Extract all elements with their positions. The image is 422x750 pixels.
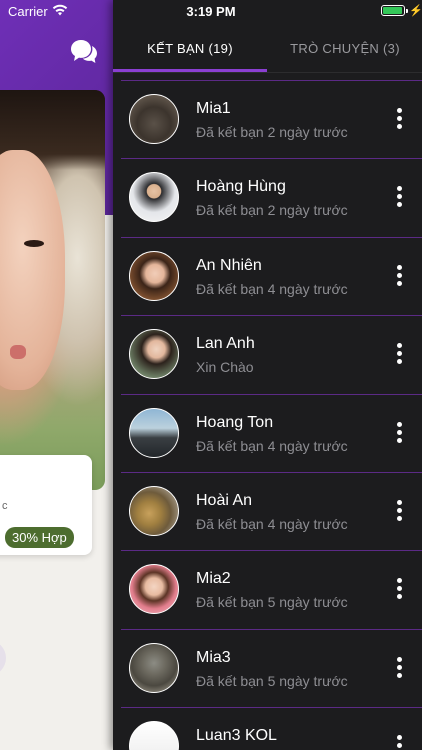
clock: 3:19 PM [186, 4, 236, 19]
tab-chats[interactable]: TRÒ CHUYỆN (3) [268, 24, 422, 72]
info-partial-text: c [2, 500, 8, 512]
row-divider [121, 394, 422, 395]
row-divider [121, 707, 422, 708]
friend-row[interactable]: Hoài An Đã kết bạn 4 ngày trước [113, 472, 422, 550]
row-divider [121, 472, 422, 473]
friend-status: Đã kết bạn 2 ngày trước [196, 202, 348, 218]
friend-row[interactable]: Hoàng Hùng Đã kết bạn 2 ngày trước [113, 158, 422, 236]
friend-row[interactable]: Mia2 Đã kết bạn 5 ngày trước [113, 550, 422, 628]
avatar[interactable] [129, 329, 179, 379]
avatar[interactable] [129, 643, 179, 693]
chat-bubble-icon[interactable] [70, 38, 98, 64]
friend-row[interactable]: An Nhiên Đã kết bạn 4 ngày trước [113, 237, 422, 315]
row-divider [121, 237, 422, 238]
avatar[interactable] [129, 172, 179, 222]
friend-name: Hoàng Hùng [196, 178, 286, 195]
more-vertical-icon[interactable] [389, 106, 409, 132]
row-divider [121, 80, 422, 81]
friend-status: Đã kết bạn 4 ngày trước [196, 281, 348, 297]
background-screen[interactable]: c 30% Hợp [0, 0, 113, 750]
friend-status: Đã kết bạn 5 ngày trước [196, 673, 348, 689]
profile-info-card[interactable]: c 30% Hợp [0, 455, 92, 555]
avatar[interactable] [129, 721, 179, 750]
row-divider [121, 315, 422, 316]
friend-row[interactable]: Mia1 Đã kết bạn 2 ngày trước [113, 80, 422, 158]
more-vertical-icon[interactable] [389, 576, 409, 602]
friend-name: Mia3 [196, 649, 231, 666]
profile-photo-card[interactable] [0, 90, 105, 490]
status-bar: Carrier 3:19 PM ⚡ [0, 0, 422, 24]
friend-row[interactable]: Mia3 Đã kết bạn 5 ngày trước [113, 629, 422, 707]
tab-bar: KẾT BẠN (19) TRÒ CHUYỆN (3) [113, 24, 422, 72]
friend-name: An Nhiên [196, 257, 262, 274]
tab-friends[interactable]: KẾT BẠN (19) [113, 24, 267, 72]
friend-row[interactable]: Luan3 KOL [113, 707, 422, 750]
friend-name: Luan3 KOL [196, 727, 277, 744]
friend-name: Lan Anh [196, 335, 255, 352]
friend-row[interactable]: Lan Anh Xin Chào [113, 315, 422, 393]
more-vertical-icon[interactable] [389, 733, 409, 750]
friend-name: Hoang Ton [196, 414, 274, 431]
avatar[interactable] [129, 94, 179, 144]
friend-name: Mia2 [196, 570, 231, 587]
avatar[interactable] [129, 408, 179, 458]
avatar[interactable] [129, 251, 179, 301]
row-divider [121, 629, 422, 630]
more-vertical-icon[interactable] [389, 341, 409, 367]
row-divider [121, 550, 422, 551]
avatar[interactable] [129, 564, 179, 614]
friend-name: Mia1 [196, 100, 231, 117]
more-vertical-icon[interactable] [389, 420, 409, 446]
more-vertical-icon[interactable] [389, 263, 409, 289]
friend-name: Hoài An [196, 492, 253, 509]
charging-icon: ⚡ [409, 5, 422, 17]
friend-status: Đã kết bạn 2 ngày trước [196, 124, 348, 140]
friends-drawer: KẾT BẠN (19) TRÒ CHUYỆN (3) Mia1 Đã kết … [113, 0, 422, 750]
friend-status: Xin Chào [196, 359, 254, 375]
match-percent-badge: 30% Hợp [5, 527, 74, 548]
more-vertical-icon[interactable] [389, 655, 409, 681]
round-action-button[interactable] [0, 640, 6, 676]
friend-status: Đã kết bạn 5 ngày trước [196, 594, 348, 610]
row-divider [121, 158, 422, 159]
friend-row[interactable]: Hoang Ton Đã kết bạn 4 ngày trước [113, 394, 422, 472]
friend-status: Đã kết bạn 4 ngày trước [196, 516, 348, 532]
battery-icon [381, 5, 408, 16]
more-vertical-icon[interactable] [389, 498, 409, 524]
more-vertical-icon[interactable] [389, 184, 409, 210]
friend-status: Đã kết bạn 4 ngày trước [196, 438, 348, 454]
tabs-divider [113, 72, 422, 73]
avatar[interactable] [129, 486, 179, 536]
